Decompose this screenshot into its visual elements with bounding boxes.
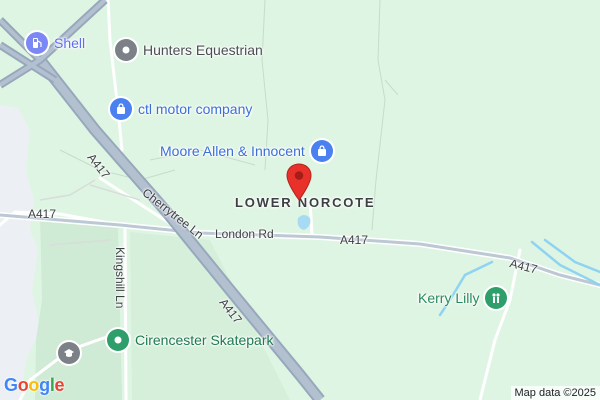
poi-shell[interactable]: Shell xyxy=(26,32,85,54)
location-marker-icon[interactable] xyxy=(286,163,312,206)
map-attribution[interactable]: Map data ©2025 xyxy=(510,386,600,400)
poi-moore-allen-innocent[interactable]: Moore Allen & Innocent xyxy=(160,140,333,162)
urban-area xyxy=(0,105,40,400)
road-label-kingshill-ln: Kingshill Ln xyxy=(113,247,127,309)
generic-pin-icon xyxy=(115,39,137,61)
road-label-london-rd: London Rd xyxy=(215,227,274,241)
poi-cirencester-skatepark[interactable]: Cirencester Skatepark xyxy=(107,329,274,351)
school-icon xyxy=(58,342,80,364)
shopping-bag-icon xyxy=(110,98,132,120)
poi-label: Cirencester Skatepark xyxy=(135,332,274,348)
poi-label: Kerry Lilly xyxy=(418,290,480,306)
poi-label: ctl motor company xyxy=(138,101,253,117)
map-canvas[interactable]: A417 A417 A417 A417 A417 London Rd Cherr… xyxy=(0,0,600,400)
fuel-pump-icon xyxy=(26,32,48,54)
shopping-bag-icon xyxy=(310,140,333,162)
google-logo: Google xyxy=(4,375,65,395)
poi-label: Hunters Equestrian xyxy=(143,42,263,58)
pond xyxy=(297,215,311,230)
poi-label: Moore Allen & Innocent xyxy=(160,143,305,159)
park-icon xyxy=(485,287,508,309)
poi-ctl-motor-company[interactable]: ctl motor company xyxy=(110,98,252,120)
poi-kerry-lilly[interactable]: Kerry Lilly xyxy=(418,287,508,309)
poi-label: Shell xyxy=(54,35,86,51)
road-label-a417-east: A417 xyxy=(340,233,369,247)
poi-school[interactable] xyxy=(58,342,80,364)
road-label-a417-west: A417 xyxy=(28,207,57,221)
poi-hunters-equestrian[interactable]: Hunters Equestrian xyxy=(115,39,263,61)
recreation-icon xyxy=(107,329,129,351)
